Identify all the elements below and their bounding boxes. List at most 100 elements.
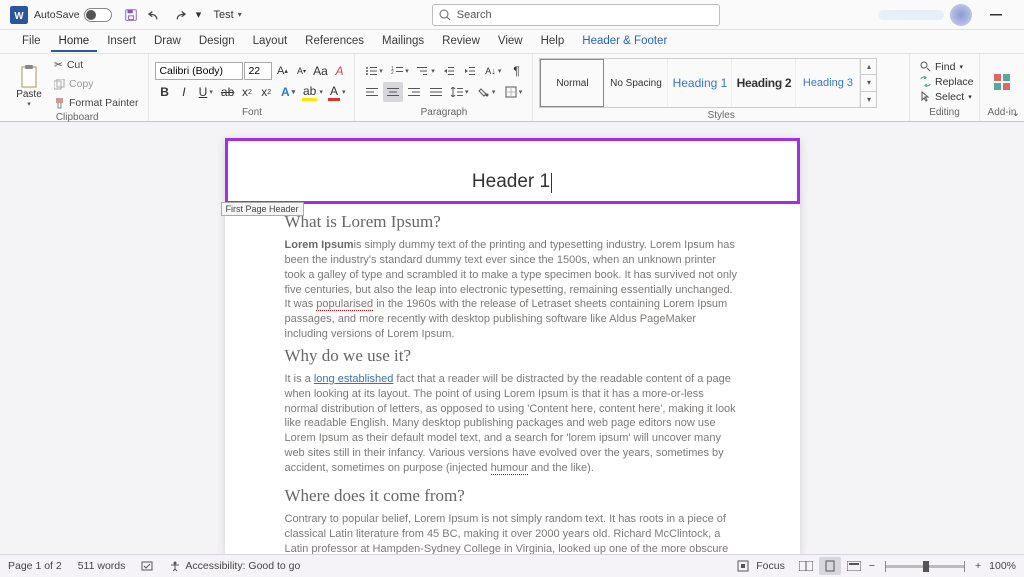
accessibility-icon	[169, 560, 181, 572]
styles-scroll-up[interactable]: ▴	[861, 59, 876, 75]
zoom-level[interactable]: 100%	[989, 560, 1016, 572]
copy-icon	[54, 79, 65, 90]
tab-references[interactable]: References	[297, 32, 372, 52]
tab-view[interactable]: View	[490, 32, 531, 52]
autosave-label: AutoSave	[34, 9, 80, 21]
style-no-spacing[interactable]: No Spacing	[604, 59, 668, 107]
style-heading-1[interactable]: Heading 1	[668, 59, 732, 107]
cut-button[interactable]: ✂Cut	[50, 56, 142, 74]
strikethrough-button[interactable]: ab	[218, 82, 236, 102]
zoom-out-button[interactable]: −	[869, 560, 875, 572]
bullets-button[interactable]	[361, 61, 386, 81]
ribbon-collapse-button[interactable]: ⌄	[1012, 108, 1020, 119]
underline-button[interactable]: U	[194, 82, 217, 102]
svg-text:2: 2	[391, 70, 394, 76]
web-layout-button[interactable]	[843, 557, 865, 575]
search-input[interactable]: Search	[432, 4, 720, 26]
group-label-paragraph: Paragraph	[361, 107, 526, 119]
status-bar: Page 1 of 2 511 words Accessibility: Goo…	[0, 554, 1024, 577]
style-heading-3[interactable]: Heading 3	[796, 59, 860, 107]
replace-button[interactable]: Replace	[916, 75, 978, 89]
tab-insert[interactable]: Insert	[99, 32, 144, 52]
tab-review[interactable]: Review	[434, 32, 488, 52]
document-area[interactable]: Header 1 First Page Header What is Lorem…	[0, 122, 1024, 554]
group-label-font: Font	[155, 107, 348, 119]
italic-button[interactable]: I	[175, 82, 193, 102]
user-name[interactable]	[878, 10, 944, 20]
tab-header-footer[interactable]: Header & Footer	[574, 32, 675, 52]
align-center-button[interactable]	[383, 82, 403, 102]
shrink-font-button[interactable]: A▾	[292, 61, 310, 81]
status-spellcheck[interactable]	[141, 560, 153, 572]
page-header-zone[interactable]: Header 1	[225, 138, 800, 204]
undo-button[interactable]	[144, 4, 166, 26]
user-avatar[interactable]	[950, 4, 972, 26]
zoom-thumb[interactable]	[923, 561, 929, 572]
style-normal[interactable]: Normal	[540, 59, 604, 107]
styles-scroll-down[interactable]: ▾	[861, 75, 876, 91]
justify-button[interactable]	[425, 82, 445, 102]
autosave-toggle[interactable]: AutoSave	[34, 8, 112, 22]
tab-file[interactable]: File	[14, 32, 49, 52]
superscript-button[interactable]: x2	[257, 82, 275, 102]
status-word-count[interactable]: 511 words	[78, 560, 126, 572]
shading-button[interactable]	[474, 82, 500, 102]
grow-font-button[interactable]: A▴	[273, 61, 291, 81]
text-effects-button[interactable]: A	[276, 82, 299, 102]
increase-indent-button[interactable]	[460, 61, 480, 81]
format-painter-button[interactable]: Format Painter	[50, 94, 142, 112]
status-page[interactable]: Page 1 of 2	[8, 560, 62, 572]
multilevel-icon	[417, 66, 429, 76]
save-button[interactable]	[120, 4, 142, 26]
font-color-button[interactable]: A	[325, 82, 348, 102]
line-spacing-button[interactable]	[447, 82, 473, 102]
align-right-button[interactable]	[404, 82, 424, 102]
font-size-input[interactable]	[244, 62, 272, 80]
styles-expand[interactable]: ▾	[861, 92, 876, 107]
tab-design[interactable]: Design	[191, 32, 243, 52]
tab-layout[interactable]: Layout	[245, 32, 296, 52]
svg-text:W: W	[14, 10, 24, 21]
qat-customize[interactable]: ▾	[192, 4, 206, 26]
focus-label[interactable]: Focus	[756, 560, 785, 572]
document-name: Test	[214, 9, 234, 21]
change-case-button[interactable]: Aa	[311, 61, 329, 81]
addins-icon	[992, 72, 1012, 92]
toggle-off-icon[interactable]	[84, 8, 112, 22]
doc-name-chevron-icon[interactable]: ▾	[238, 10, 242, 19]
clear-formatting-button[interactable]: A	[330, 61, 348, 81]
sort-button[interactable]: A↓	[481, 61, 506, 81]
zoom-slider[interactable]	[885, 565, 965, 568]
group-editing: Find▾ Replace Select▾ Editing	[910, 54, 980, 121]
tab-mailings[interactable]: Mailings	[374, 32, 432, 52]
find-button[interactable]: Find▾	[916, 60, 978, 74]
style-heading-2[interactable]: Heading 2	[732, 59, 796, 107]
select-button[interactable]: Select▾	[916, 90, 978, 104]
highlight-button[interactable]: ab	[301, 82, 324, 102]
multilevel-list-button[interactable]	[413, 61, 438, 81]
header-tag: First Page Header	[221, 202, 304, 216]
status-accessibility[interactable]: Accessibility: Good to go	[169, 560, 300, 572]
print-layout-button[interactable]	[819, 557, 841, 575]
numbering-button[interactable]: 12	[387, 61, 412, 81]
link-long-established[interactable]: long established	[314, 373, 394, 385]
paste-button[interactable]: Paste ▾	[12, 61, 46, 108]
show-marks-button[interactable]: ¶	[507, 61, 527, 81]
tab-help[interactable]: Help	[533, 32, 573, 52]
align-left-button[interactable]	[361, 82, 381, 102]
focus-mode-button[interactable]	[732, 557, 754, 575]
subscript-button[interactable]: x2	[238, 82, 256, 102]
redo-button[interactable]	[168, 4, 190, 26]
font-name-input[interactable]	[155, 62, 243, 80]
tab-draw[interactable]: Draw	[146, 32, 189, 52]
zoom-in-button[interactable]: +	[975, 560, 981, 572]
read-mode-button[interactable]	[795, 557, 817, 575]
minimize-button[interactable]	[978, 4, 1014, 26]
borders-button[interactable]	[501, 82, 527, 102]
document-body: What is Lorem Ipsum? Lorem Ipsumis simpl…	[225, 204, 800, 554]
tab-home[interactable]: Home	[51, 32, 98, 52]
addins-button[interactable]	[986, 72, 1018, 92]
decrease-indent-button[interactable]	[440, 61, 460, 81]
bold-button[interactable]: B	[155, 82, 173, 102]
copy-button[interactable]: Copy	[50, 75, 142, 93]
